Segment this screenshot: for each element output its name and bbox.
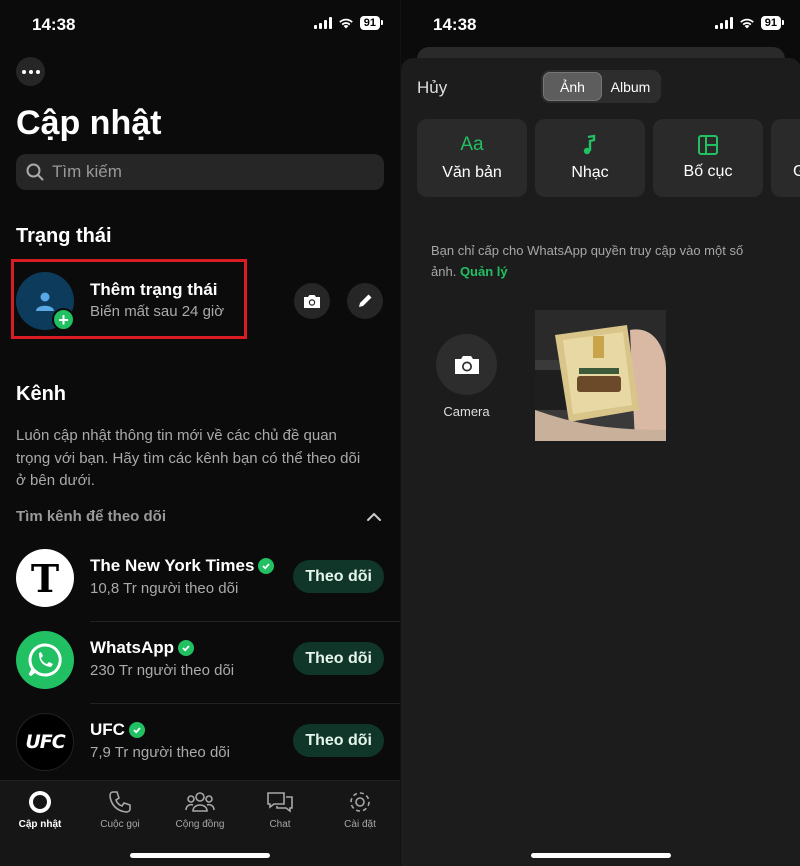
channels-section-title: Kênh [16,383,66,405]
status-bar: 14:38 91 [0,0,400,50]
camera-icon [304,295,320,308]
status-time: 14:38 [32,15,76,34]
channel-row[interactable]: T The New York Times 10,8 Tr người theo … [0,540,400,622]
channel-name: The New York Times [90,556,255,575]
tab-label: Cài đặt [344,819,376,830]
photo-album-segmented-control: Ảnh Album [541,70,661,103]
channel-name: WhatsApp [90,638,175,657]
tab-communities[interactable]: Cộng đồng [160,789,240,830]
tab-settings[interactable]: Cài đặt [320,789,400,830]
gif-tile[interactable]: G [771,119,800,197]
community-icon [185,792,215,812]
channel-followers: 10,8 Tr người theo dõi [90,580,239,597]
follow-button[interactable]: Theo dõi [293,724,384,757]
channels-description: Luôn cập nhật thông tin mới về các chủ đ… [16,427,361,489]
channel-row[interactable]: UFC UFC 7,9 Tr người theo dõi Theo dõi [0,704,400,786]
page-title: Cập nhật [16,104,162,142]
channel-name: UFC [90,720,125,739]
status-section-title: Trạng thái [16,225,112,247]
status-bar: 14:38 91 [401,0,800,50]
wifi-icon [338,18,353,29]
channel-followers: 7,9 Tr người theo dõi [90,744,230,761]
battery-icon: 91 [760,16,785,30]
tab-updates[interactable]: Cập nhật [0,789,80,830]
verified-icon [128,722,145,738]
status-time: 14:38 [433,15,477,34]
tile-label: G [793,163,800,181]
segment-photos[interactable]: Ảnh [543,72,602,101]
verified-icon [258,558,275,574]
tab-calls[interactable]: Cuộc gọi [80,789,160,830]
follow-button[interactable]: Theo dõi [293,642,384,675]
add-status-icon[interactable]: + [52,308,75,331]
camera-button[interactable] [436,334,497,395]
text-aa-icon: Aa [460,134,484,155]
whatsapp-logo [16,631,74,689]
media-sheet: Hủy Ảnh Album Aa Văn bản Nhạc Bố cục G [401,58,800,866]
phone-icon [109,791,131,813]
pencil-icon [359,294,372,307]
ufc-logo: UFC [16,713,74,771]
channel-followers: 230 Tr người theo dõi [90,662,235,679]
music-tile[interactable]: Nhạc [535,119,645,197]
home-indicator [531,853,671,858]
media-picker-screen: 14:38 91 Hủy Ảnh Album Aa Văn bản Nhạc B… [400,0,800,866]
gear-icon [350,792,370,812]
follow-button[interactable]: Theo dõi [293,560,384,593]
my-status-subtitle: Biến mất sau 24 giờ [90,303,225,320]
tile-label: Văn bản [442,164,502,181]
tab-label: Chat [269,819,291,830]
person-icon [36,292,54,311]
search-icon [26,163,44,181]
tab-chat[interactable]: Chat [240,789,320,830]
channel-row[interactable]: WhatsApp 230 Tr người theo dõi Theo dõi [0,622,400,704]
tab-label: Cuộc gọi [100,819,140,830]
camera-status-button[interactable] [294,283,330,319]
home-indicator [130,853,270,858]
chat-icon [267,792,293,813]
signal-icon [313,17,332,29]
verified-icon [178,640,195,656]
tab-label: Cập nhật [18,819,62,830]
photo-thumbnail[interactable] [535,310,666,441]
search-placeholder: Tìm kiếm [52,162,122,181]
signal-icon [714,17,733,29]
battery-icon: 91 [359,16,384,30]
segment-album[interactable]: Album [602,72,659,101]
more-options-button[interactable] [16,57,45,86]
my-status-title[interactable]: Thêm trạng thái [90,280,218,300]
find-channels-label[interactable]: Tìm kênh để theo dõi [16,508,166,525]
music-note-icon [583,134,596,155]
text-status-tile[interactable]: Aa Văn bản [417,119,527,197]
layout-tile[interactable]: Bố cục [653,119,763,197]
updates-icon [29,791,51,813]
text-status-button[interactable] [347,283,383,319]
tab-label: Cộng đồng [175,819,225,830]
tab-bar: Cập nhật Cuộc gọi Cộng đồng Chat Cài đặt [0,780,400,866]
layout-icon [698,135,718,155]
nyt-logo: T [16,549,74,607]
updates-screen: 14:38 91 Cập nhật Tìm kiếm Trạng thái + … [0,0,400,866]
search-input[interactable]: Tìm kiếm [16,154,384,190]
wifi-icon [739,18,754,29]
cancel-button[interactable]: Hủy [417,78,447,98]
tile-label: Bố cục [683,163,733,180]
chevron-up-icon[interactable] [366,512,382,522]
permission-notice: Bạn chỉ cấp cho WhatsApp quyền truy cập … [431,240,771,282]
camera-icon [454,355,479,374]
manage-link[interactable]: Quản lý [460,264,508,279]
tile-label: Nhạc [571,164,609,181]
camera-label: Camera [443,404,490,419]
